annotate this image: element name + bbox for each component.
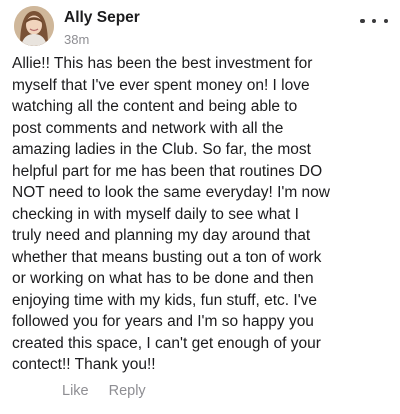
author-name[interactable]: Ally Seper xyxy=(64,9,140,27)
avatar[interactable] xyxy=(14,6,54,46)
comment-actions: Like Reply xyxy=(62,383,146,399)
like-button[interactable]: Like xyxy=(62,383,89,399)
more-options-icon[interactable] xyxy=(360,12,388,30)
reply-button[interactable]: Reply xyxy=(109,383,146,399)
avatar-photo xyxy=(14,6,54,46)
dot xyxy=(383,18,388,24)
dot xyxy=(360,18,365,24)
dot xyxy=(371,18,377,24)
timestamp: 38m xyxy=(64,32,90,47)
comment-body: Allie!! This has been the best investmen… xyxy=(12,55,330,373)
comment-card: Ally Seper 38m Allie!! This has been the… xyxy=(0,0,400,414)
